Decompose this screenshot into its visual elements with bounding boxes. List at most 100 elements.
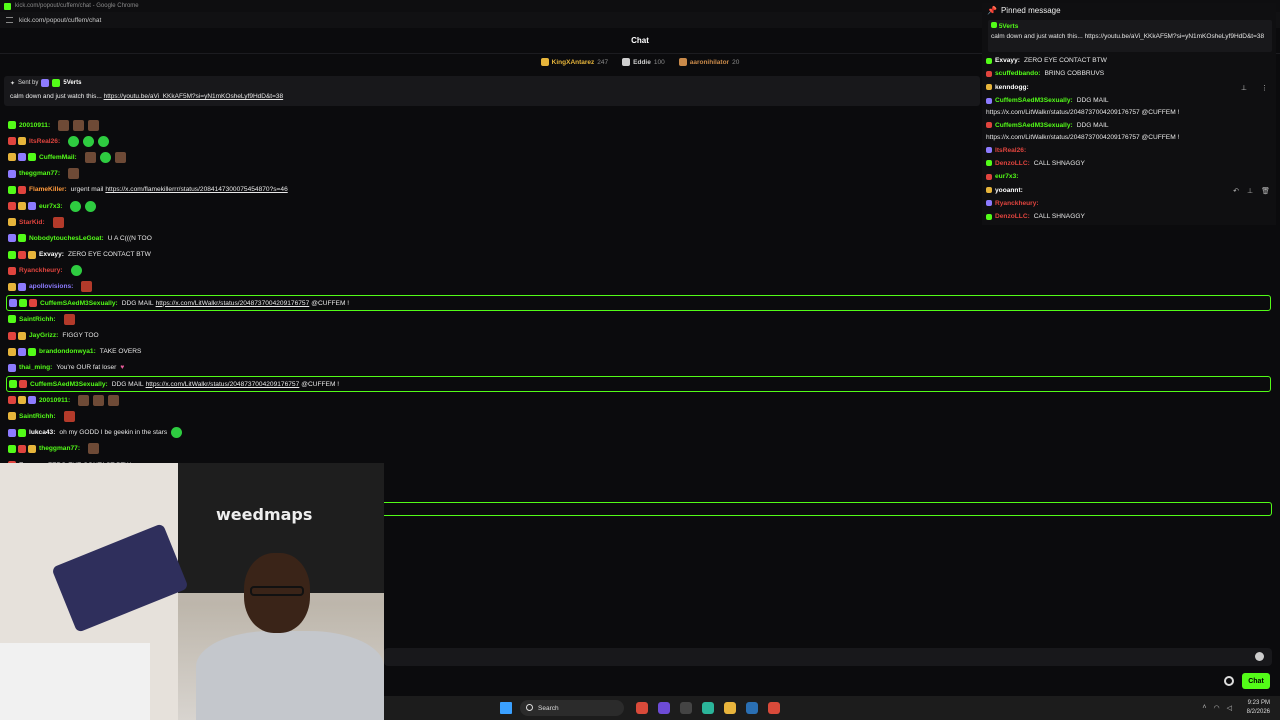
chat-message[interactable]: brandondonwya1: TAKE OVERS — [8, 344, 1272, 360]
leaderboard-item[interactable]: aaronihilator 20 — [678, 58, 739, 66]
emote-icon[interactable] — [84, 151, 96, 163]
panel-username[interactable]: kenndogg: — [995, 84, 1029, 91]
emote-icon[interactable] — [58, 119, 70, 131]
chat-message[interactable]: theggman77: — [8, 441, 1272, 457]
system-tray[interactable]: ˄ ◠ ◁ — [1202, 704, 1232, 712]
delete-icon[interactable]: 🗑 — [1261, 187, 1270, 195]
wifi-icon[interactable]: ◠ — [1214, 704, 1220, 712]
emote-icon[interactable] — [108, 394, 120, 406]
emote-icon[interactable] — [114, 151, 126, 163]
chat-message[interactable]: SaintRichh: — [8, 311, 1272, 327]
chat-message[interactable]: CuffemSAedM3Sexually: DDG MAIL https://x.… — [6, 295, 1271, 312]
chat-input[interactable] — [384, 648, 1272, 666]
windows-start-icon[interactable] — [500, 702, 512, 714]
emote-icon[interactable] — [70, 200, 82, 212]
emote-icon[interactable] — [63, 410, 75, 422]
emote-icon[interactable] — [81, 281, 93, 293]
pinned-panel-line[interactable]: https://x.com/LitWalkr/status/2048737004… — [986, 107, 1276, 119]
steam-app-icon[interactable] — [746, 702, 758, 714]
pinned-panel-line[interactable]: eur7x3: — [986, 170, 1276, 183]
chat-link[interactable]: https://x.com/LitWalkr/status/2048737004… — [146, 381, 300, 388]
kick-app-icon[interactable] — [702, 702, 714, 714]
chat-username[interactable]: CuffemMail: — [39, 154, 77, 161]
chat-username[interactable]: apollovisions: — [29, 283, 73, 290]
emote-icon[interactable] — [93, 394, 105, 406]
panel-username[interactable]: ItsReal26: — [995, 147, 1026, 154]
emote-icon[interactable] — [171, 427, 183, 439]
gear-icon[interactable] — [1224, 676, 1234, 686]
speaker-icon[interactable]: ◁ — [1227, 704, 1232, 712]
panel-username[interactable]: DenzoLLC: — [995, 160, 1030, 167]
pinned-panel-line[interactable]: ItsReal26: — [986, 143, 1276, 156]
chat-username[interactable]: Exvayy: — [39, 251, 64, 258]
panel-username[interactable]: DenzoLLC: — [995, 213, 1030, 220]
pinned-panel-line[interactable]: CuffemSAedM3Sexually: DDG MAIL — [986, 119, 1276, 132]
emote-icon[interactable] — [68, 168, 80, 180]
pinned-link[interactable]: https://youtu.be/aVi_KKkAF5M?si=yN1mKOsh… — [104, 93, 284, 100]
chat-username[interactable]: FlameKiller: — [29, 186, 67, 193]
send-chat-button[interactable]: Chat — [1242, 673, 1270, 689]
app-icon[interactable] — [680, 702, 692, 714]
chat-username[interactable]: CuffemSAedM3Sexually: — [30, 381, 108, 388]
emote-icon[interactable] — [73, 119, 85, 131]
panel-username[interactable]: eur7x3: — [995, 173, 1018, 180]
leaderboard-item[interactable]: KingXAntarez 247 — [540, 58, 608, 66]
emote-icon[interactable] — [83, 135, 95, 147]
panel-username[interactable]: Ryanckheury: — [995, 200, 1039, 207]
chrome-app-icon[interactable] — [636, 702, 648, 714]
pinned-panel-line[interactable]: kenndogg: — [986, 81, 1276, 94]
chat-username[interactable]: theggman77: — [19, 170, 60, 177]
panel-username[interactable]: yooannt: — [995, 187, 1023, 194]
chat-username[interactable]: 20010911: — [19, 122, 50, 129]
emote-icon[interactable] — [88, 443, 100, 455]
chat-username[interactable]: SaintRichh: — [19, 316, 56, 323]
chat-username[interactable]: SaintRichh: — [19, 413, 56, 420]
chat-username[interactable]: thai_ming: — [19, 364, 52, 371]
url-text[interactable]: kick.com/popout/cuffem/chat — [19, 17, 101, 24]
chat-username[interactable]: NobodytouchesLeGoat: — [29, 235, 104, 242]
unpin-icon[interactable]: ⊥ — [1241, 84, 1247, 92]
pinned-panel-user[interactable]: 5Verts — [999, 23, 1019, 30]
panel-username[interactable]: scuffedbando: — [995, 70, 1040, 77]
emote-icon[interactable] — [52, 216, 64, 228]
chat-username[interactable]: JayGrizz: — [29, 332, 58, 339]
chat-username[interactable]: CuffemSAedM3Sexually: — [40, 300, 118, 307]
site-settings-icon[interactable] — [6, 17, 13, 23]
panel-username[interactable]: CuffemSAedM3Sexually: — [995, 97, 1073, 104]
emote-icon[interactable] — [88, 119, 100, 131]
pinned-panel-line[interactable]: https://x.com/LitWalkr/status/2048737004… — [986, 132, 1276, 144]
discord-app-icon[interactable] — [658, 702, 670, 714]
more-options-icon[interactable]: ⋮ — [1261, 84, 1268, 92]
chat-username[interactable]: brandondonwya1: — [39, 348, 96, 355]
chat-username[interactable]: 20010911: — [39, 397, 70, 404]
reply-icon[interactable]: ↶ — [1233, 187, 1239, 195]
pinned-panel-line[interactable]: DenzoLLC: CALL SHNAGGY — [986, 157, 1276, 170]
pinned-panel-line[interactable]: DenzoLLC: CALL SHNAGGY — [986, 210, 1276, 223]
pinned-panel-line[interactable]: scuffedbando: BRING COBBRUVS — [986, 67, 1276, 80]
file-explorer-icon[interactable] — [724, 702, 736, 714]
pinned-message-bar[interactable]: ✦ Sent by 5Verts calm down and just watc… — [4, 76, 980, 106]
chrome-secondary-icon[interactable] — [768, 702, 780, 714]
chat-message[interactable]: NobodytouchesLeGoat: U A C(((N TOO — [8, 230, 1272, 246]
chat-message[interactable]: apollovisions: — [8, 279, 1272, 295]
emote-icon[interactable] — [63, 313, 75, 325]
pinned-panel-line[interactable]: CuffemSAedM3Sexually: DDG MAIL — [986, 94, 1276, 107]
pin-action-icon[interactable]: ⊥ — [1247, 187, 1253, 195]
chat-link[interactable]: https://x.com/LitWalkr/status/2048737004… — [156, 300, 310, 307]
chat-username[interactable]: theggman77: — [39, 445, 80, 452]
pinned-message-panel[interactable]: 📌 Pinned message 5Verts calm down and ju… — [982, 3, 1276, 225]
emote-icon[interactable] — [70, 265, 82, 277]
emote-icon[interactable] — [85, 200, 97, 212]
chat-message[interactable]: thai_ming: You're OUR fat loser ♥ — [8, 360, 1272, 376]
emote-icon[interactable] — [99, 151, 111, 163]
chat-username[interactable]: ItsReal26: — [29, 138, 60, 145]
emoji-icon[interactable] — [1255, 652, 1264, 661]
chevron-up-icon[interactable]: ˄ — [1202, 704, 1206, 712]
chat-username[interactable]: StarKid: — [19, 219, 45, 226]
leaderboard-item[interactable]: Eddie 100 — [622, 58, 665, 66]
pinned-panel-line[interactable]: Exvayy: ZERO EYE CONTACT BTW — [986, 54, 1276, 67]
chat-message[interactable]: JayGrizz: FIGGY TOO — [8, 327, 1272, 343]
chat-message[interactable]: CuffemSAedM3Sexually: DDG MAIL https://x.… — [6, 376, 1271, 393]
chat-username[interactable]: Ryanckheury: — [19, 267, 63, 274]
taskbar-clock[interactable]: 9:23 PM 8/2/2026 — [1247, 699, 1270, 717]
